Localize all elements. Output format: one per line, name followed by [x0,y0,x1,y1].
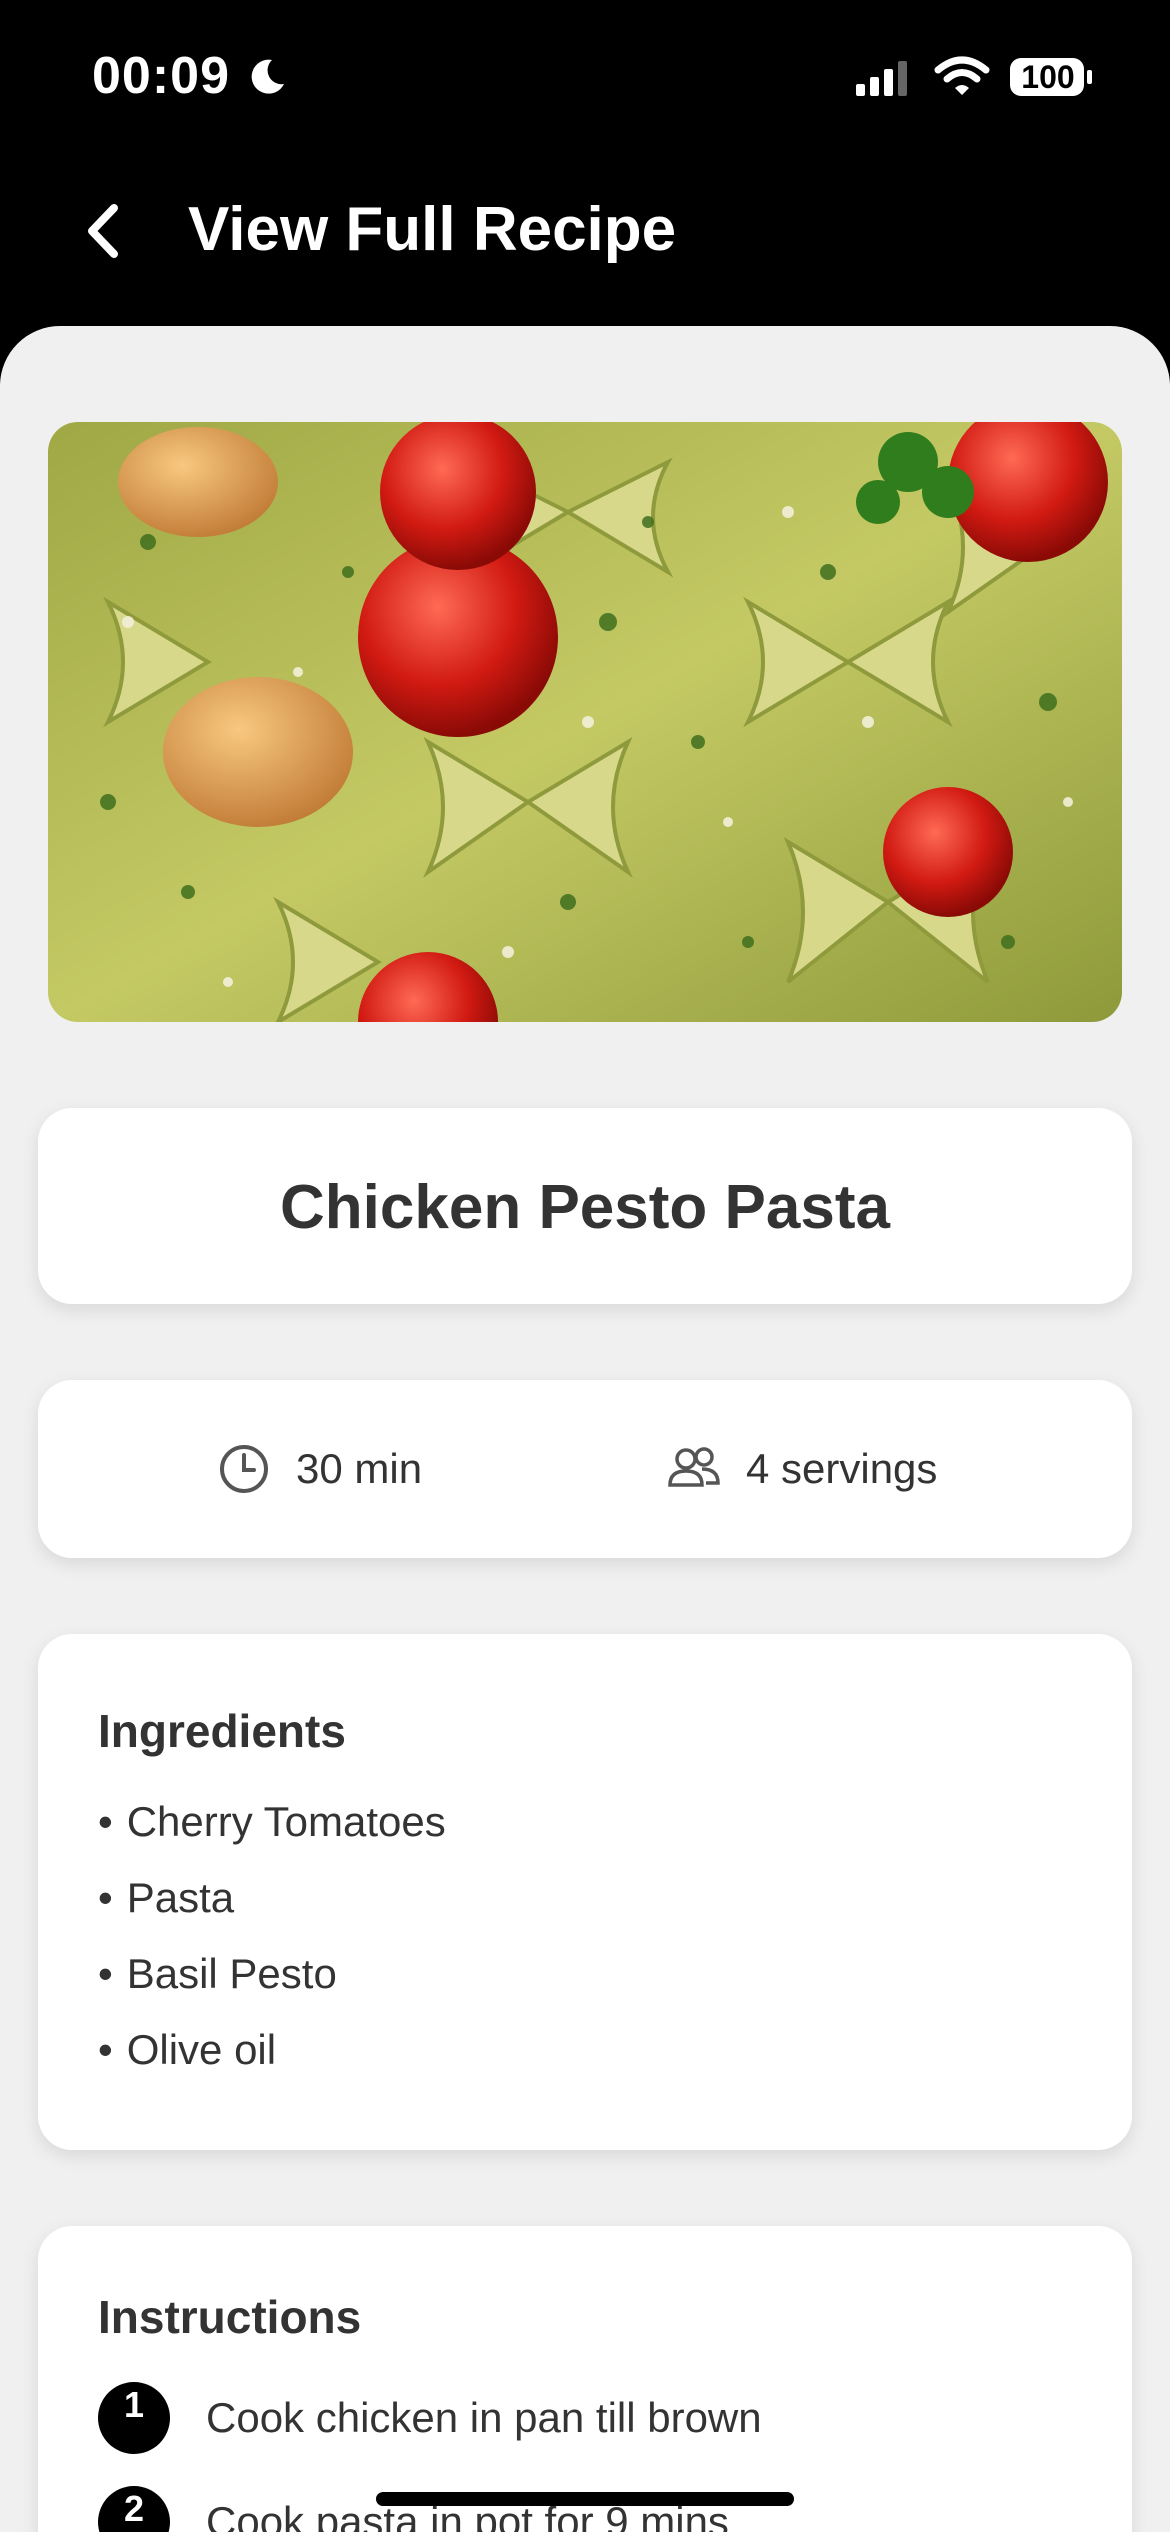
moon-icon [251,59,284,94]
instructions-heading: Instructions [98,2291,362,2343]
servings-value: 4 servings [746,1445,938,1492]
back-button[interactable] [70,196,140,266]
battery-level: 100 [1021,59,1075,95]
home-indicator[interactable] [376,2492,794,2506]
list-item: • Cherry Tomatoes [98,1798,446,1845]
ingredient-label: Basil Pesto [126,1950,337,1997]
ingredients-card: Ingredients • Cherry Tomatoes • Pasta • Bas… [38,1634,1132,2150]
wifi-icon [934,56,990,95]
ingredients-heading: Ingredients [98,1705,346,1757]
instructions-card: Instructions 1 Cook chicken in pan till … [38,2226,1132,2532]
recipe-sheet: Chicken Pesto Pasta 30 min 4 servings In… [0,326,1170,2532]
recipe-title-card: Chicken Pesto Pasta [38,1108,1132,1304]
page-title: View Full Recipe [188,195,677,264]
recipe-photo [48,422,1122,1022]
status-bar: 00:09 100 [0,0,1170,150]
step-text: Cook chicken in pan till brown [206,2394,762,2441]
step-number: 2 [98,2486,170,2532]
list-item: • Olive oil [98,2026,277,2073]
ingredient-label: Cherry Tomatoes [126,1798,446,1845]
instruction-step: 1 Cook chicken in pan till brown [98,2382,762,2454]
step-number: 1 [98,2382,170,2454]
ingredients-list: • Cherry Tomatoes • Pasta • Basil Pesto • Ol… [98,1784,446,2088]
cellular-signal-icon [856,61,907,96]
people-icon [668,1447,720,1487]
status-time: 00:09 [92,47,230,105]
recipe-meta-card: 30 min 4 servings [38,1380,1132,1558]
ingredient-label: Olive oil [126,2026,277,2073]
ingredient-label: Pasta [126,1874,235,1921]
recipe-title: Chicken Pesto Pasta [280,1173,890,1242]
cook-time: 30 min [216,1438,422,1500]
list-item: • Basil Pesto [98,1950,337,1997]
clock-icon [220,1445,268,1493]
list-item: • Pasta [98,1874,235,1921]
servings: 4 servings [666,1438,937,1500]
cook-time-value: 30 min [296,1445,423,1492]
